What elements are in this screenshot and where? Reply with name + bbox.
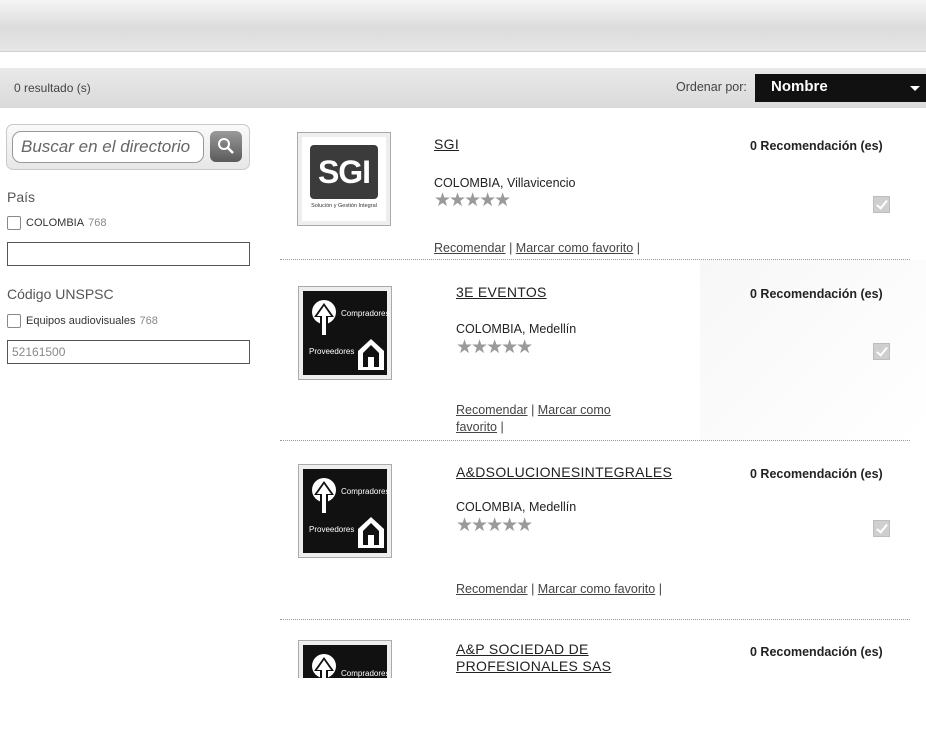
separator: | [500, 420, 504, 434]
company-name-link[interactable]: A&P SOCIEDAD DE PROFESIONALES SAS [456, 641, 611, 675]
company-location: COLOMBIA, Medellín [456, 500, 577, 514]
separator: | [636, 241, 640, 255]
recommend-link[interactable]: Recomendar [434, 241, 506, 255]
sgi-logo-mark: SGI [310, 145, 378, 199]
unspsc-facet-title: Código UNSPSC [7, 286, 114, 302]
chevron-down-icon [910, 86, 920, 91]
favorite-check-icon[interactable] [873, 343, 890, 360]
results-count: 0 resultado (s) [14, 81, 91, 95]
page-bottom-area [0, 678, 926, 738]
country-option-count: 768 [88, 217, 107, 229]
separator: | [531, 403, 535, 417]
listing-divider [280, 619, 910, 620]
logo-frame: Compradores [298, 640, 392, 678]
unspsc-option[interactable]: Equipos audiovisuales 768 [7, 314, 158, 328]
company-logo[interactable]: Compradores [298, 640, 394, 678]
country-checkbox[interactable] [7, 216, 21, 230]
unspsc-option-count: 768 [139, 315, 158, 327]
recommendation-count: 0 Recomendación (es) [750, 287, 883, 301]
country-option-label: COLOMBIA [26, 217, 85, 229]
rating-stars[interactable]: ★★★★★ [434, 189, 511, 212]
sgi-logo: SGI Solución y Gestión Integral [302, 137, 386, 221]
top-header-band [0, 0, 926, 52]
favorite-check-icon[interactable] [873, 196, 890, 213]
separator: | [658, 582, 662, 596]
listing-actions: Recomendar | Marcar como favorito | [434, 240, 640, 257]
location-country: COLOMBIA [456, 322, 522, 336]
house-icon [358, 517, 384, 548]
company-logo[interactable]: Compradores Proveedores [298, 286, 392, 380]
separator: | [531, 582, 535, 596]
logo-label-bottom: Proveedores [309, 525, 355, 534]
favorite-check-icon[interactable] [873, 520, 890, 537]
favorite-link[interactable]: Marcar como favorito [538, 582, 655, 596]
sort-label: Ordenar por: [676, 80, 747, 94]
company-name-link[interactable]: SGI [434, 136, 459, 152]
listing-actions: Recomendar | Marcar como favorito | [456, 581, 662, 598]
search-button[interactable] [210, 131, 242, 162]
rating-stars[interactable]: ★★★★★ [456, 514, 533, 537]
listing-actions: Recomendar | Marcar como favorito | [456, 402, 656, 436]
location-country: COLOMBIA [434, 176, 500, 190]
compradores-proveedores-logo: Compradores [303, 645, 390, 678]
sort-select[interactable]: Nombre [755, 74, 926, 102]
company-logo[interactable]: Compradores Proveedores [298, 464, 392, 558]
rating-stars[interactable]: ★★★★★ [456, 336, 533, 359]
search-icon [218, 138, 234, 154]
arrow-up-icon [312, 654, 336, 678]
sgi-logo-subtext: Solución y Gestión Integral [311, 203, 377, 209]
separator: | [509, 241, 513, 255]
company-name-link[interactable]: A&DSOLUCIONESINTEGRALES [456, 464, 672, 480]
arrow-up-icon [312, 300, 336, 337]
compradores-proveedores-logo: Compradores Proveedores [303, 469, 390, 553]
logo-label-top: Compradores [341, 309, 390, 318]
listing-divider [280, 440, 910, 441]
listing-divider [280, 259, 910, 260]
unspsc-option-label: Equipos audiovisuales [26, 315, 136, 327]
logo-label-top: Compradores [341, 669, 390, 678]
location-city: Medellín [528, 322, 577, 336]
company-location: COLOMBIA, Villavicencio [434, 176, 576, 190]
unspsc-checkbox[interactable] [7, 314, 21, 328]
location-country: COLOMBIA [456, 500, 522, 514]
unspsc-filter-input[interactable] [7, 340, 250, 364]
recommendation-count: 0 Recomendación (es) [750, 467, 883, 481]
recommend-link[interactable]: Recomendar [456, 403, 528, 417]
country-filter-input[interactable] [7, 242, 250, 266]
search-input[interactable] [12, 131, 204, 163]
location-city: Medellín [528, 500, 577, 514]
country-option[interactable]: COLOMBIA 768 [7, 216, 106, 230]
company-name-link[interactable]: 3E EVENTOS [456, 284, 547, 300]
favorite-link[interactable]: Marcar como [538, 403, 611, 417]
compradores-proveedores-logo: Compradores Proveedores [303, 291, 390, 375]
country-facet-title: País [7, 189, 36, 205]
company-location: COLOMBIA, Medellín [456, 322, 577, 336]
sort-value: Nombre [771, 78, 828, 95]
logo-label-top: Compradores [341, 487, 390, 496]
company-name-line1: A&P SOCIEDAD DE [456, 641, 589, 657]
house-icon [358, 339, 384, 370]
favorite-link[interactable]: Marcar como favorito [516, 241, 633, 255]
directory-search [6, 124, 250, 170]
location-city: Villavicencio [506, 176, 576, 190]
company-logo[interactable]: SGI Solución y Gestión Integral [297, 132, 391, 226]
favorite-link-continued[interactable]: favorito [456, 420, 497, 434]
recommendation-count: 0 Recomendación (es) [750, 139, 883, 153]
recommend-link[interactable]: Recomendar [456, 582, 528, 596]
recommendation-count: 0 Recomendación (es) [750, 645, 883, 659]
arrow-up-icon [312, 478, 336, 515]
company-name-line2: PROFESIONALES SAS [456, 658, 612, 674]
logo-label-bottom: Proveedores [309, 347, 355, 356]
